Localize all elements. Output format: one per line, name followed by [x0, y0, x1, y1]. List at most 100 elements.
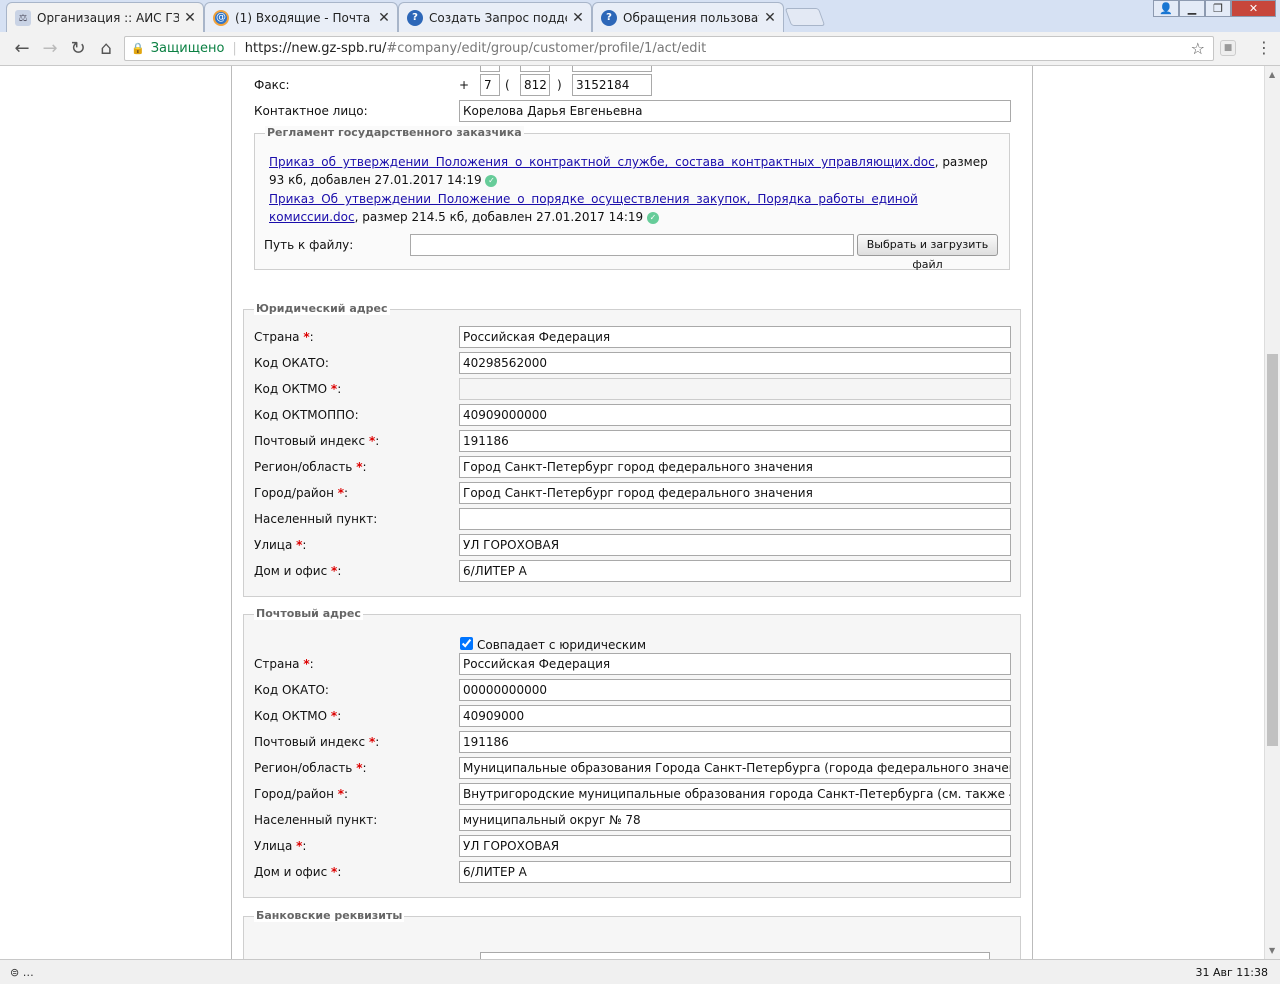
tab-mail[interactable]: @ (1) Входящие - Почта Ма ✕: [204, 2, 398, 32]
contact-person-input[interactable]: Корелова Дарья Евгеньевна: [459, 100, 1011, 122]
legal-address-field-row: Улица *: УЛ ГОРОХОВАЯ: [254, 534, 1014, 556]
regulation-file-2-meta: , размер 214.5 кб, добавлен 27.01.2017 1…: [354, 210, 644, 224]
scroll-up-icon[interactable]: ▲: [1269, 70, 1275, 79]
field-label-text: Код ОКТМОППО: [254, 408, 355, 422]
legal-address-field-input[interactable]: Российская Федерация: [459, 326, 1011, 348]
new-tab-button[interactable]: [784, 8, 826, 26]
postal-address-field-row: Дом и офис *: 6/ЛИТЕР А: [254, 861, 1014, 883]
lock-icon: 🔒: [131, 42, 145, 55]
scrollbar-thumb[interactable]: [1267, 354, 1278, 746]
close-icon[interactable]: ✕: [183, 10, 197, 26]
field-label-text: Регион/область: [254, 761, 353, 775]
postal-address-field-row: Почтовый индекс *: 191186: [254, 731, 1014, 753]
field-label-text: Код ОКАТО: [254, 356, 325, 370]
legal-address-field-input[interactable]: [459, 508, 1011, 530]
scroll-down-icon[interactable]: ▼: [1269, 946, 1275, 955]
file-path-row: Путь к файлу: Выбрать и загрузить файл: [264, 234, 1009, 271]
close-icon[interactable]: ✕: [763, 10, 777, 26]
field-label-text: Регион/область: [254, 460, 353, 474]
tab-user-requests[interactable]: ? Обращения пользовате ✕: [592, 2, 784, 32]
upload-file-button[interactable]: Выбрать и загрузить файл: [857, 234, 998, 271]
fax-label: Факс:: [254, 78, 290, 92]
field-label-text: Код ОКТМО: [254, 382, 328, 396]
field-label-text: Город/район: [254, 787, 334, 801]
window-controls: 👤 ▁ ❐ ✕: [1153, 0, 1276, 17]
legal-address-legend: Юридический адрес: [254, 302, 390, 315]
user-icon[interactable]: 👤: [1153, 0, 1179, 17]
home-icon[interactable]: ⌂: [92, 38, 120, 59]
delete-file-icon[interactable]: ✓: [485, 175, 498, 187]
phone-number-input[interactable]: [572, 66, 652, 72]
delete-file-icon[interactable]: ✓: [647, 212, 660, 224]
status-bar: ⊜ … 31 Авг 11:38: [0, 959, 1280, 984]
minimize-icon[interactable]: ▁: [1179, 0, 1205, 17]
postal-address-field-input[interactable]: Внутригородские муниципальные образовани…: [459, 783, 1011, 805]
postal-address-field-input[interactable]: муниципальный округ № 78: [459, 809, 1011, 831]
field-label-text: Страна: [254, 330, 300, 344]
postal-address-field-label: Регион/область *:: [254, 761, 367, 775]
mail-icon: @: [213, 9, 229, 26]
legal-address-field-row: Почтовый индекс *: 191186: [254, 430, 1014, 452]
legal-address-field-input[interactable]: 40298562000: [459, 352, 1011, 374]
fax-number-input[interactable]: 3152184: [572, 74, 652, 96]
close-icon[interactable]: ✕: [377, 10, 391, 26]
postal-address-field-row: Код ОКТМО *: 40909000: [254, 705, 1014, 727]
status-left: ⊜ …: [10, 965, 34, 979]
fax-area-input[interactable]: 812: [520, 74, 550, 96]
help-icon: ?: [407, 9, 423, 26]
tab-support-request[interactable]: ? Создать Запрос поддер ✕: [398, 2, 592, 32]
postal-address-field-input[interactable]: Муниципальные образования Города Санкт-П…: [459, 757, 1011, 779]
legal-address-field-input[interactable]: УЛ ГОРОХОВАЯ: [459, 534, 1011, 556]
url-host: https://new.gz-spb.ru/: [244, 41, 387, 56]
legal-address-field-input[interactable]: Город Санкт-Петербург город федерального…: [459, 482, 1011, 504]
close-window-icon[interactable]: ✕: [1231, 0, 1276, 17]
address-bar[interactable]: 🔒 Защищено | https://new.gz-spb.ru/#comp…: [124, 36, 1214, 61]
field-label-text: Почтовый индекс: [254, 735, 366, 749]
legal-address-field-input[interactable]: [459, 378, 1011, 400]
file-path-label: Путь к файлу:: [264, 238, 354, 252]
tab-organization[interactable]: ⚖ Организация :: АИС ГЗ ✕: [6, 2, 204, 33]
postal-address-field-input[interactable]: Российская Федерация: [459, 653, 1011, 675]
field-label-text: Населенный пункт: [254, 512, 374, 526]
postal-address-field-input[interactable]: 6/ЛИТЕР А: [459, 861, 1011, 883]
field-label-text: Улица: [254, 839, 293, 853]
legal-address-field-label: Город/район *:: [254, 486, 349, 500]
same-as-legal-checkbox[interactable]: [460, 637, 473, 650]
close-icon[interactable]: ✕: [571, 10, 585, 26]
phone-country-input[interactable]: [480, 66, 500, 72]
field-label-text: Страна: [254, 657, 300, 671]
postal-address-field-input[interactable]: УЛ ГОРОХОВАЯ: [459, 835, 1011, 857]
postal-address-field-input[interactable]: 00000000000: [459, 679, 1011, 701]
phone-row-partial: [254, 66, 1014, 72]
regulation-legend: Регламент государственного заказчика: [265, 126, 524, 139]
back-icon[interactable]: ←: [8, 38, 36, 59]
restore-icon[interactable]: ❐: [1205, 0, 1231, 17]
legal-address-field-row: Код ОКТМОППО: 40909000000: [254, 404, 1014, 426]
fax-close-paren: ): [557, 78, 562, 92]
phone-area-input[interactable]: [520, 66, 550, 72]
vertical-scrollbar[interactable]: ▲ ▼: [1264, 66, 1280, 959]
bank-input-partial[interactable]: [480, 952, 990, 959]
form-container: Факс: + 7 ( 812 ) 3152184 Контактное лиц…: [231, 66, 1033, 959]
fax-open-paren: (: [505, 78, 510, 92]
legal-address-field-input[interactable]: Город Санкт-Петербург город федерального…: [459, 456, 1011, 478]
postal-address-field-label: Код ОКТМО *:: [254, 709, 342, 723]
postal-address-field-row: Код ОКАТО: 00000000000: [254, 679, 1014, 701]
legal-address-field-input[interactable]: 40909000000: [459, 404, 1011, 426]
forward-icon[interactable]: →: [36, 38, 64, 59]
postal-address-field-input[interactable]: 191186: [459, 731, 1011, 753]
extension-icon[interactable]: ■: [1220, 40, 1236, 56]
file-path-input[interactable]: [410, 234, 854, 256]
fax-country-input[interactable]: 7: [480, 74, 500, 96]
bookmark-star-icon[interactable]: ☆: [1191, 39, 1205, 58]
legal-address-field-input[interactable]: 6/ЛИТЕР А: [459, 560, 1011, 582]
menu-icon[interactable]: ⋮: [1256, 38, 1272, 57]
postal-address-field-input[interactable]: 40909000: [459, 705, 1011, 727]
reload-icon[interactable]: ↻: [64, 38, 92, 59]
regulation-fieldset: Регламент государственного заказчика При…: [254, 126, 1010, 271]
tab-title: Организация :: АИС ГЗ: [37, 11, 179, 25]
regulation-file-1-link[interactable]: Приказ об утверждении Положения о контра…: [269, 155, 935, 169]
postal-address-field-label: Улица *:: [254, 839, 307, 853]
divider: |: [232, 41, 237, 56]
legal-address-field-input[interactable]: 191186: [459, 430, 1011, 452]
